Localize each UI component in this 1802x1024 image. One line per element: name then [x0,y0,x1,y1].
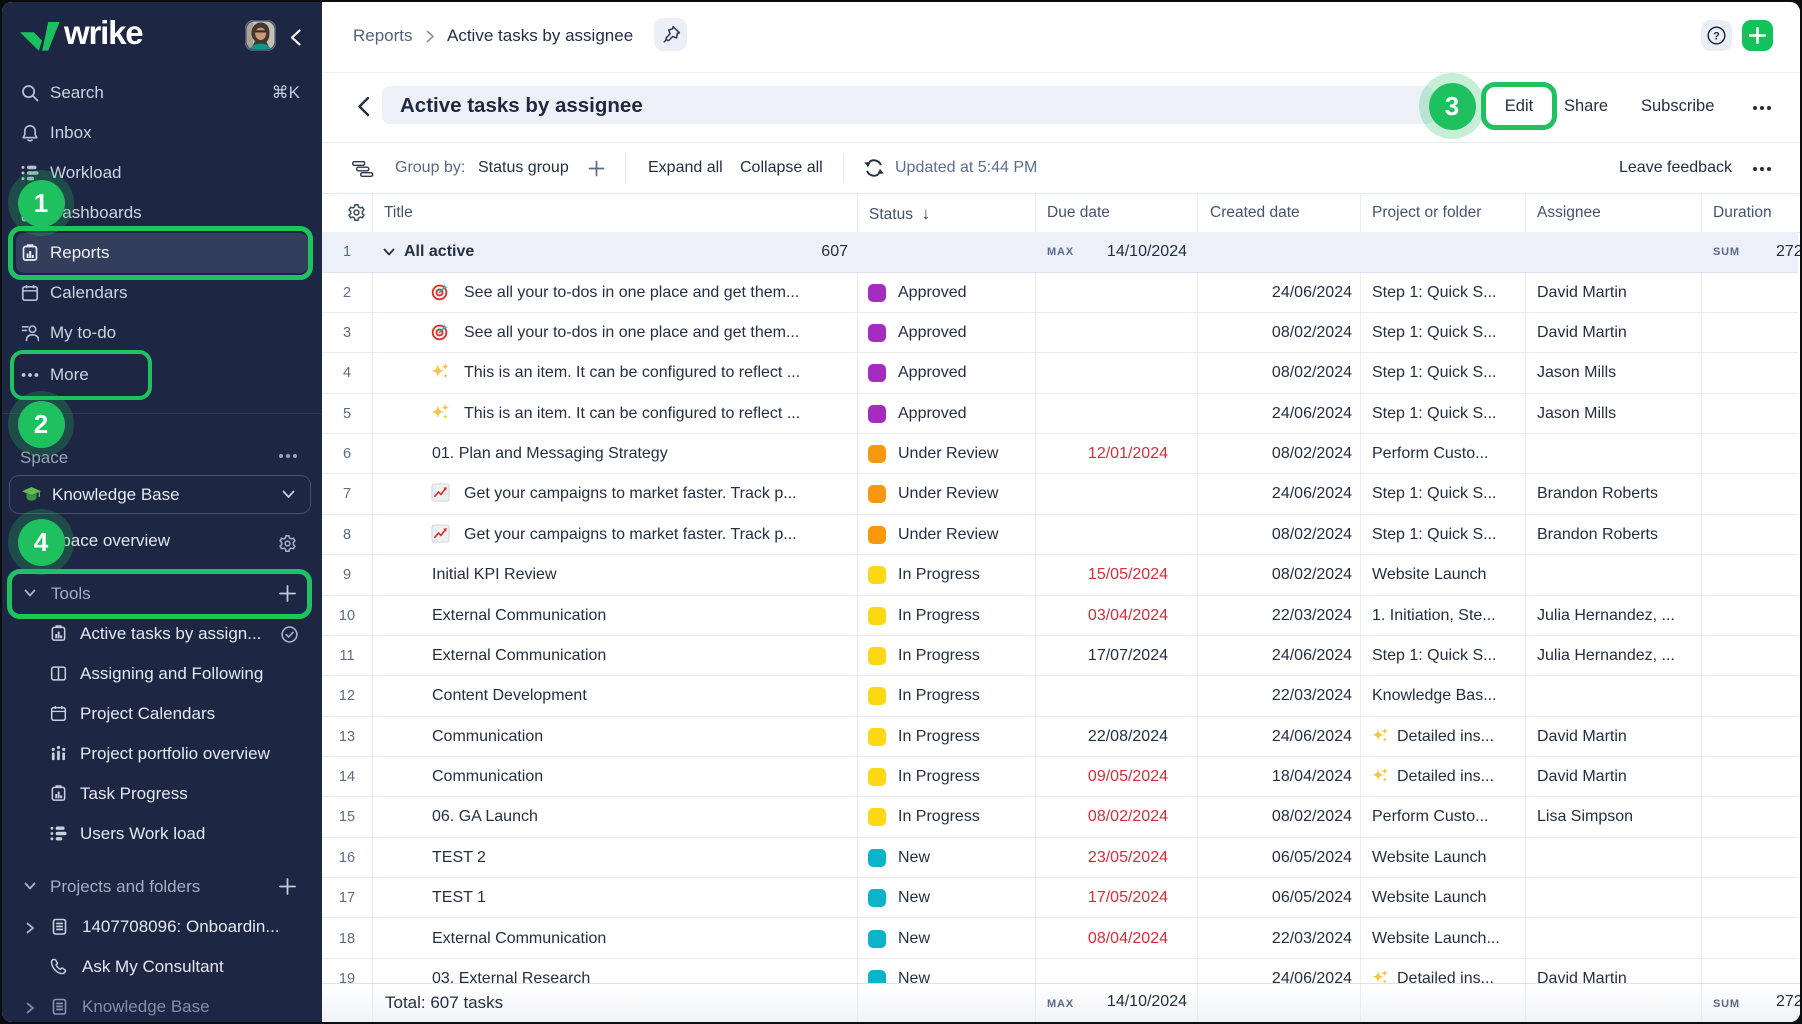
svg-text:?: ? [1713,30,1720,42]
